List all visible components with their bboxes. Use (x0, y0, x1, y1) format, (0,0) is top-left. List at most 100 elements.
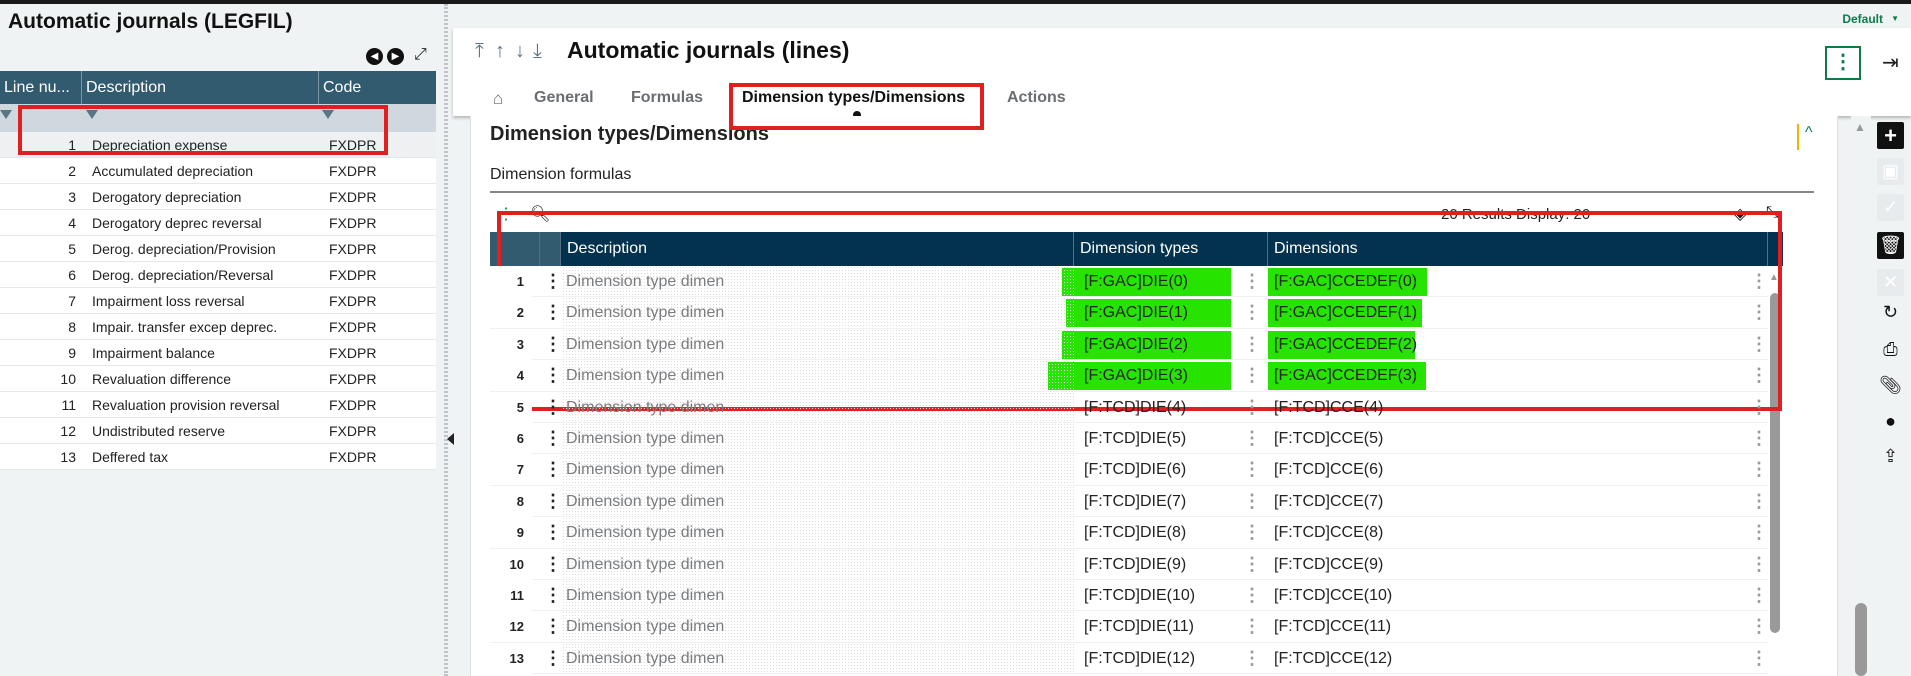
previous-icon[interactable]: ◀ (366, 48, 383, 65)
row-menu-icon[interactable]: ⋮ (544, 517, 562, 548)
row-menu-icon[interactable]: ⋮ (544, 580, 562, 611)
description-cell[interactable]: Dimension type dimen (562, 548, 1074, 579)
dimension-type-cell[interactable]: [F:TCD]DIE(8) (1084, 517, 1186, 548)
cell-menu-icon[interactable]: ⋮ (1243, 643, 1261, 674)
col-line-number[interactable]: Line nu... (0, 71, 82, 104)
description-cell[interactable]: Dimension type dimen (562, 328, 1074, 359)
cell-menu-icon[interactable]: ⋮ (1243, 266, 1261, 297)
logout-icon[interactable]: ⇥ (1882, 50, 1899, 75)
cell-menu-icon[interactable]: ⋮ (1750, 392, 1768, 423)
dimension-cell[interactable]: [F:GAC]CCEDEF(0) (1274, 266, 1417, 297)
home-icon[interactable]: ⌂ (493, 89, 503, 109)
cell-menu-icon[interactable]: ⋮ (1750, 549, 1768, 580)
cell-menu-icon[interactable]: ⋮ (1750, 580, 1768, 611)
description-cell[interactable]: Dimension type dimen (562, 297, 1074, 328)
chevron-up-icon[interactable]: ^ (1797, 124, 1813, 150)
comment-icon[interactable]: ● (1877, 408, 1904, 435)
left-table-row[interactable]: 5 Derog. depreciation/Provision FXDPR (0, 236, 436, 262)
grid-row[interactable]: 13 ⋮ Dimension type dimen [F:TCD]DIE(12)… (490, 642, 1768, 675)
dimension-cell[interactable]: [F:TCD]CCE(10) (1274, 580, 1392, 611)
grid-row[interactable]: 4 ⋮ Dimension type dimen [F:GAC]DIE(3) ⋮… (490, 360, 1768, 392)
grid-row[interactable]: 9 ⋮ Dimension type dimen [F:TCD]DIE(8) ⋮… (490, 517, 1768, 549)
previous-record-icon[interactable]: ↑ (495, 40, 505, 63)
dimension-type-cell[interactable]: [F:TCD]DIE(9) (1084, 549, 1186, 580)
left-table-row[interactable]: 8 Impair. transfer excep deprec. FXDPR (0, 314, 436, 340)
description-cell[interactable]: Dimension type dimen (562, 266, 1074, 296)
grid-row[interactable]: 5 ⋮ Dimension type dimen [F:TCD]DIE(4) ⋮… (490, 391, 1768, 423)
left-table-row[interactable]: 12 Undistributed reserve FXDPR (0, 418, 436, 444)
dimension-type-cell[interactable]: [F:GAC]DIE(0) (1084, 266, 1188, 297)
row-menu-icon[interactable]: ⋮ (544, 643, 562, 674)
check-icon[interactable]: ✓ (1877, 194, 1904, 221)
row-menu-icon[interactable]: ⋮ (544, 454, 562, 485)
cell-menu-icon[interactable]: ⋮ (1243, 611, 1261, 642)
scroll-up-icon[interactable]: ▲ (1854, 120, 1866, 134)
plus-icon[interactable]: + (1877, 122, 1904, 149)
share-icon[interactable]: ⇪ (1877, 443, 1904, 470)
dimension-type-cell[interactable]: [F:TCD]DIE(10) (1084, 580, 1195, 611)
description-cell[interactable]: Dimension type dimen (562, 360, 1074, 391)
left-table-row[interactable]: 3 Derogatory depreciation FXDPR (0, 184, 436, 210)
cell-menu-icon[interactable]: ⋮ (1243, 392, 1261, 423)
cell-menu-icon[interactable]: ⋮ (1750, 266, 1768, 297)
cell-menu-icon[interactable]: ⋮ (1750, 329, 1768, 360)
dimension-type-cell[interactable]: [F:GAC]DIE(1) (1084, 297, 1188, 328)
row-menu-icon[interactable]: ⋮ (544, 549, 562, 580)
left-table-row[interactable]: 2 Accumulated depreciation FXDPR (0, 158, 436, 184)
grid-row[interactable]: 12 ⋮ Dimension type dimen [F:TCD]DIE(11)… (490, 611, 1768, 643)
dimension-type-cell[interactable]: [F:TCD]DIE(6) (1084, 454, 1186, 485)
row-menu-icon[interactable]: ⋮ (544, 266, 562, 297)
description-cell[interactable]: Dimension type dimen (562, 642, 1074, 673)
last-record-icon[interactable]: ⤓ (533, 40, 542, 63)
tab-actions[interactable]: Actions (1007, 89, 1066, 107)
cell-menu-icon[interactable]: ⋮ (1750, 360, 1768, 391)
row-menu-icon[interactable]: ⋮ (544, 329, 562, 360)
cell-menu-icon[interactable]: ⋮ (1750, 454, 1768, 485)
first-record-icon[interactable]: ⤒ (475, 40, 484, 63)
dimension-cell[interactable]: [F:TCD]CCE(12) (1274, 643, 1392, 674)
panel-splitter[interactable] (444, 4, 448, 676)
description-cell[interactable]: Dimension type dimen (562, 580, 1074, 610)
dimension-cell[interactable]: [F:TCD]CCE(6) (1274, 454, 1383, 485)
cell-menu-icon[interactable]: ⋮ (1750, 643, 1768, 674)
dimension-cell[interactable]: [F:TCD]CCE(8) (1274, 517, 1383, 548)
cell-menu-icon[interactable]: ⋮ (1750, 423, 1768, 454)
dimension-cell[interactable]: [F:TCD]CCE(5) (1274, 423, 1383, 454)
cell-menu-icon[interactable]: ⋮ (1243, 486, 1261, 517)
profile-selector[interactable]: Default (1842, 12, 1883, 26)
attachment-icon[interactable]: 📎︎ (1877, 372, 1904, 399)
collapse-panel-icon[interactable] (447, 433, 454, 445)
left-table-row[interactable]: 4 Derogatory deprec reversal FXDPR (0, 210, 436, 236)
description-cell[interactable]: Dimension type dimen (562, 485, 1074, 516)
save-icon[interactable]: ▣ (1877, 158, 1904, 185)
grid-row[interactable]: 6 ⋮ Dimension type dimen [F:TCD]DIE(5) ⋮… (490, 423, 1768, 455)
left-table-row[interactable]: 10 Revaluation difference FXDPR (0, 366, 436, 392)
dimension-cell[interactable]: [F:TCD]CCE(9) (1274, 549, 1383, 580)
grid-row[interactable]: 3 ⋮ Dimension type dimen [F:GAC]DIE(2) ⋮… (490, 328, 1768, 361)
description-cell[interactable]: Dimension type dimen (562, 517, 1074, 548)
dimension-type-cell[interactable]: [F:GAC]DIE(2) (1084, 329, 1188, 360)
cell-menu-icon[interactable]: ⋮ (1243, 549, 1261, 580)
dimension-type-cell[interactable]: [F:TCD]DIE(11) (1084, 611, 1194, 642)
next-record-icon[interactable]: ↓ (515, 40, 525, 63)
dimension-cell[interactable]: [F:TCD]CCE(7) (1274, 486, 1383, 517)
row-menu-icon[interactable]: ⋮ (544, 392, 562, 423)
left-table-row[interactable]: 6 Derog. depreciation/Reversal FXDPR (0, 262, 436, 288)
print-icon[interactable]: ⎙ (1877, 336, 1904, 363)
row-menu-icon[interactable]: ⋮ (544, 423, 562, 454)
row-menu-icon[interactable]: ⋮ (544, 486, 562, 517)
row-menu-icon[interactable]: ⋮ (544, 611, 562, 642)
dimension-cell[interactable]: [F:GAC]CCEDEF(3) (1274, 360, 1417, 391)
left-table-row[interactable]: 11 Revaluation provision reversal FXDPR (0, 392, 436, 418)
page-scrollbar-thumb[interactable] (1855, 603, 1867, 676)
cell-menu-icon[interactable]: ⋮ (1243, 580, 1261, 611)
dimension-cell[interactable]: [F:GAC]CCEDEF(2) (1274, 329, 1417, 360)
trash-icon[interactable]: 🗑︎ (1877, 232, 1904, 259)
cell-menu-icon[interactable]: ⋮ (1243, 517, 1261, 548)
more-actions-button[interactable]: ⋮ (1825, 46, 1861, 80)
cell-menu-icon[interactable]: ⋮ (1243, 423, 1261, 454)
dimension-cell[interactable]: [F:GAC]CCEDEF(1) (1274, 297, 1417, 328)
dimension-type-cell[interactable]: [F:GAC]DIE(3) (1084, 360, 1188, 391)
dimension-cell[interactable]: [F:TCD]CCE(11) (1274, 611, 1391, 642)
dimension-type-cell[interactable]: [F:TCD]DIE(5) (1084, 423, 1186, 454)
